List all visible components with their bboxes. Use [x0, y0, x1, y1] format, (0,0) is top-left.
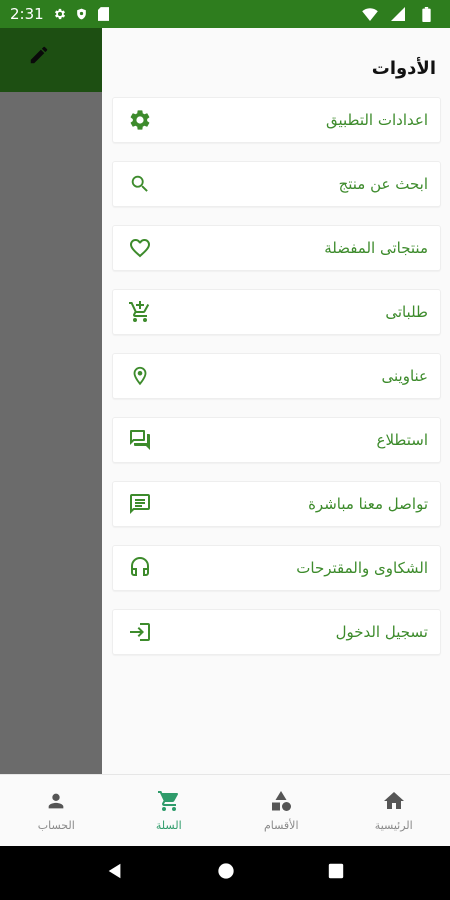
menu-item-label: عناوينى: [381, 367, 429, 385]
wifi-icon: [362, 6, 378, 22]
nav-item-home[interactable]: الرئيسية: [338, 775, 450, 846]
navigation-drawer: الأدوات اعدادات التطبيق ابحث عن منتج منت…: [102, 28, 450, 774]
menu-item-label: تواصل معنا مباشرة: [308, 495, 428, 513]
menu-item-login[interactable]: تسجيل الدخول: [112, 609, 441, 655]
login-icon: [127, 619, 153, 645]
drawer-scrim[interactable]: [0, 92, 102, 774]
menu-item-survey[interactable]: استطلاع: [112, 417, 441, 463]
menu-item-complaints[interactable]: الشكاوى والمقترحات: [112, 545, 441, 591]
menu-item-favorites[interactable]: منتجاتى المفضلة: [112, 225, 441, 271]
menu-item-app-settings[interactable]: اعدادات التطبيق: [112, 97, 441, 143]
menu-item-contact-us[interactable]: تواصل معنا مباشرة: [112, 481, 441, 527]
search-icon: [127, 171, 153, 197]
bottom-navigation: الحساب السلة الأقسام الرئيسية: [0, 774, 450, 846]
chat-icon: [127, 491, 153, 517]
home-button-icon[interactable]: [217, 862, 235, 884]
app-toolbar: [0, 28, 102, 92]
nav-label: السلة: [155, 819, 182, 832]
battery-icon: [418, 6, 434, 22]
cart-icon: [156, 789, 182, 813]
headset-icon: [127, 555, 153, 581]
add-cart-icon: [127, 299, 153, 325]
home-icon: [381, 789, 407, 813]
menu-item-addresses[interactable]: عناوينى: [112, 353, 441, 399]
system-navigation-bar: [0, 846, 450, 900]
sim-icon: [96, 6, 112, 22]
pencil-icon[interactable]: [28, 44, 50, 70]
drawer-title: الأدوات: [371, 58, 436, 79]
forum-icon: [127, 427, 153, 453]
nav-label: الرئيسية: [374, 819, 413, 832]
status-bar: 2:31: [0, 0, 450, 28]
status-time: 2:31: [10, 5, 44, 23]
nav-item-categories[interactable]: الأقسام: [225, 775, 338, 846]
location-pin-icon: [127, 363, 153, 389]
person-icon: [43, 789, 69, 813]
menu-item-label: الشكاوى والمقترحات: [296, 559, 428, 577]
menu-item-label: استطلاع: [376, 431, 428, 449]
menu-item-label: اعدادات التطبيق: [325, 111, 428, 129]
nav-label: الحساب: [37, 819, 75, 832]
nav-item-account[interactable]: الحساب: [0, 775, 113, 846]
menu-item-search-product[interactable]: ابحث عن منتج: [112, 161, 441, 207]
menu-item-label: طلباتى: [385, 303, 428, 321]
menu-item-label: تسجيل الدخول: [335, 623, 428, 641]
recents-icon[interactable]: [328, 863, 344, 883]
heart-icon: [127, 235, 153, 261]
categories-icon: [268, 789, 294, 813]
shield-icon: [74, 6, 90, 22]
nav-label: الأقسام: [263, 819, 299, 832]
menu-item-label: منتجاتى المفضلة: [324, 239, 428, 257]
signal-icon: [390, 6, 406, 22]
settings-icon: [52, 6, 68, 22]
menu-item-label: ابحث عن منتج: [338, 175, 428, 193]
nav-item-cart[interactable]: السلة: [113, 775, 226, 846]
menu-item-orders[interactable]: طلباتى: [112, 289, 441, 335]
back-icon[interactable]: [106, 862, 124, 884]
gear-icon: [127, 107, 153, 133]
